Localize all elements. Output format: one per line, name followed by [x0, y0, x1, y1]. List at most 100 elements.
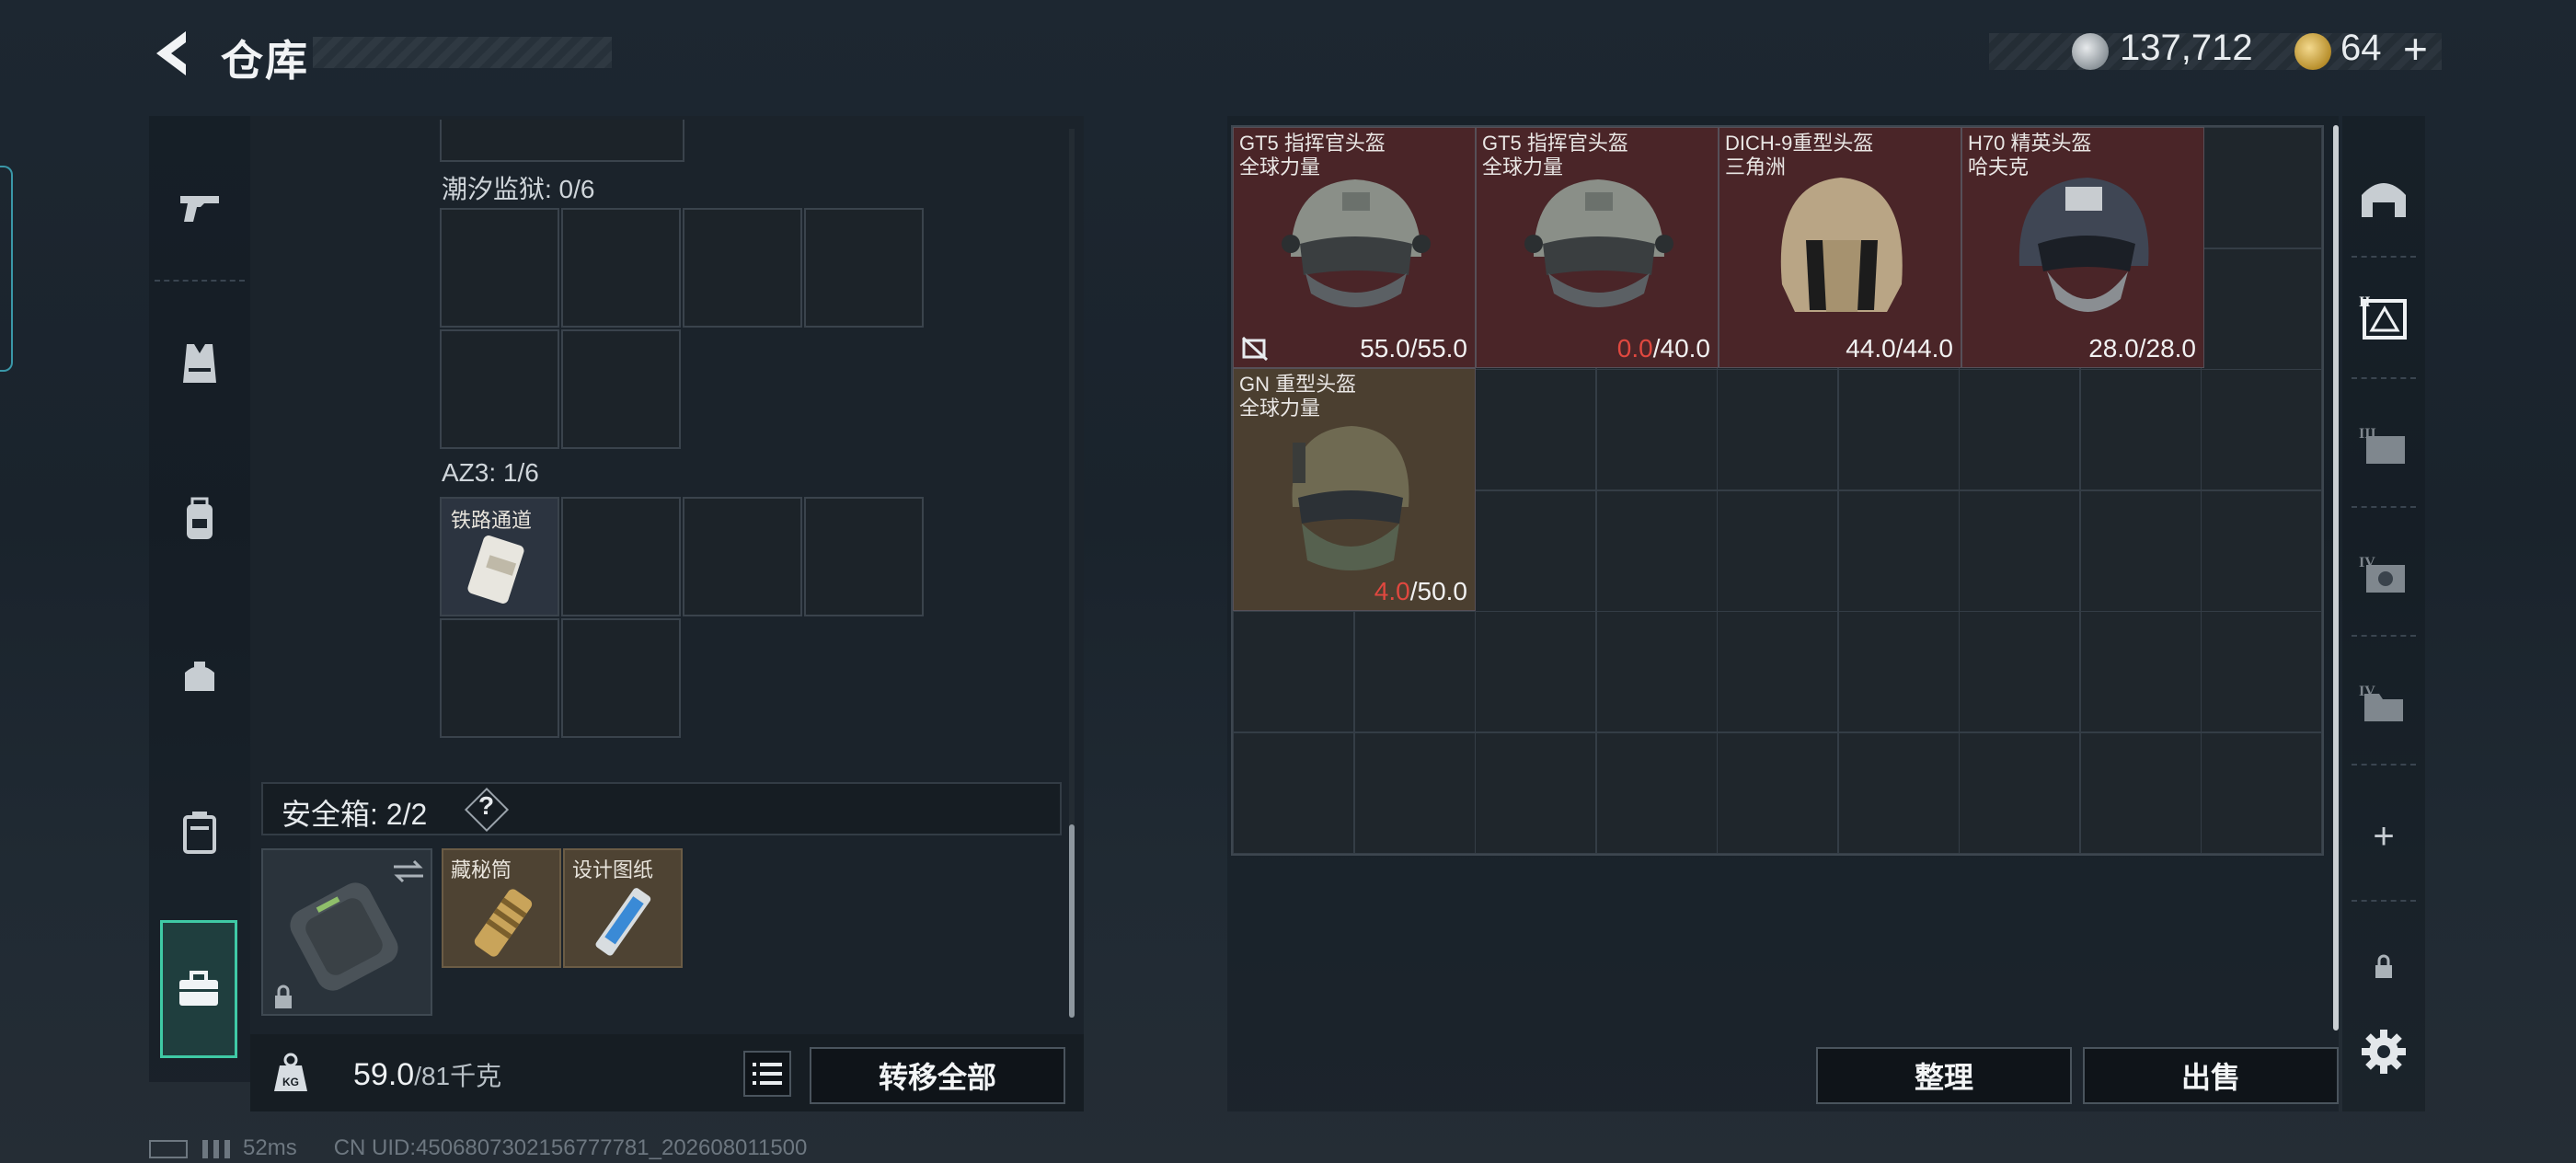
tab-armor-iii[interactable]: III — [2342, 396, 2425, 497]
tab-armor-iv[interactable]: IV — [2342, 524, 2425, 626]
stash-slot[interactable] — [1837, 611, 1960, 732]
stash-slot[interactable] — [2079, 489, 2202, 612]
stash-slot[interactable] — [2079, 611, 2202, 732]
tab-weapons[interactable] — [149, 138, 250, 276]
tab-folder-iv[interactable]: IV — [2342, 653, 2425, 754]
no-repair-icon — [1241, 336, 1269, 362]
tab-pouch[interactable] — [149, 607, 250, 745]
stash-slot[interactable] — [1595, 369, 1718, 490]
armor-tier-iv-icon: IV — [2359, 555, 2405, 593]
container-slot[interactable] — [804, 497, 924, 616]
stash-slot[interactable] — [1233, 611, 1354, 732]
helmet-item[interactable]: GT5 指挥官头盔 全球力量 55.0/55.0 — [1233, 127, 1476, 368]
container-slot[interactable] — [440, 120, 684, 162]
item-blueprint[interactable]: 设计图纸 — [563, 848, 683, 968]
stash-slot[interactable] — [2079, 731, 2202, 854]
tab-safebox[interactable] — [160, 920, 237, 1058]
container-slot[interactable] — [561, 329, 681, 449]
status-line: 52ms CN UID:4506807302156777781_202608011… — [149, 1135, 807, 1161]
tab-helmet[interactable] — [2342, 147, 2425, 248]
stash-scrollbar[interactable] — [2333, 125, 2339, 1031]
tab-case[interactable] — [149, 764, 250, 902]
weight-max: /81千克 — [414, 1062, 502, 1090]
container-slot[interactable] — [440, 329, 559, 449]
item-railway-pass[interactable]: 铁路通道 — [440, 497, 559, 616]
container-slot[interactable] — [683, 497, 802, 616]
stash-slot[interactable] — [1717, 611, 1838, 732]
weight-icon-label: KG — [282, 1076, 299, 1088]
sidebar-divider — [155, 280, 245, 282]
back-button[interactable] — [149, 26, 195, 81]
battery-icon — [149, 1139, 188, 1158]
helmet-item[interactable]: GN 重型头盔 全球力量 4.0/50.0 — [1233, 368, 1476, 611]
help-icon: ? — [478, 791, 495, 820]
svg-text:IV: IV — [2359, 684, 2375, 699]
stash-slot[interactable] — [1959, 731, 2080, 854]
stash-slot[interactable] — [2201, 731, 2322, 854]
stash-slot[interactable] — [1959, 611, 2080, 732]
helmet-item[interactable]: GT5 指挥官头盔 全球力量 0.0/40.0 — [1476, 127, 1719, 368]
stash-slot[interactable] — [1837, 731, 1960, 854]
stash-slot[interactable] — [1353, 731, 1476, 854]
container-slot[interactable] — [561, 208, 681, 328]
silver-coin-icon — [2072, 33, 2109, 70]
add-currency-button[interactable]: + — [2403, 24, 2428, 74]
list-view-button[interactable] — [743, 1051, 791, 1097]
list-icon — [753, 1063, 782, 1085]
tab-vest[interactable] — [149, 294, 250, 432]
stash-slot[interactable] — [2201, 248, 2322, 370]
add-tab-button[interactable]: + — [2342, 786, 2425, 887]
stash-slot[interactable] — [1837, 369, 1960, 490]
tab-armor-ii[interactable]: II — [2342, 267, 2425, 368]
item-secret-tube[interactable]: 藏秘筒 — [442, 848, 561, 968]
safebox-label: 安全箱: 2/2 — [282, 798, 428, 831]
container-slot[interactable] — [561, 618, 681, 738]
stash-slot[interactable] — [1353, 611, 1476, 732]
stash-slot[interactable] — [1717, 731, 1838, 854]
stash-slot[interactable] — [1475, 489, 1596, 612]
stash-slot[interactable] — [1959, 489, 2080, 612]
stash-slot[interactable] — [1595, 611, 1718, 732]
stash-slot[interactable] — [1233, 731, 1354, 854]
sort-button[interactable]: 整理 — [1816, 1047, 2072, 1104]
stash-slot[interactable] — [2201, 611, 2322, 732]
container-slot[interactable] — [561, 497, 681, 616]
safebox-slot[interactable] — [261, 848, 432, 1016]
stash-slot[interactable] — [2079, 369, 2202, 490]
helmet-item[interactable]: DICH-9重型头盔 三角洲 44.0/44.0 — [1719, 127, 1961, 368]
helmet-dich9-icon — [1780, 178, 1903, 312]
container-slot[interactable] — [804, 208, 924, 328]
helmet-item[interactable]: H70 精英头盔 哈夫克 28.0/28.0 — [1961, 127, 2204, 368]
durability: 44.0/44.0 — [1846, 334, 1953, 363]
svg-text:II: II — [2359, 294, 2370, 310]
container-slot[interactable] — [440, 618, 559, 738]
container-label-az3: AZ3: 1/6 — [442, 458, 539, 487]
sell-button[interactable]: 出售 — [2083, 1047, 2339, 1104]
settings-button[interactable] — [2342, 1001, 2425, 1102]
left-scrollbar[interactable] — [1069, 824, 1075, 1018]
stash-slot[interactable] — [1717, 369, 1838, 490]
stash-slot[interactable] — [2201, 369, 2322, 490]
stash-slot[interactable] — [1595, 731, 1718, 854]
durability: 55.0/55.0 — [1360, 334, 1467, 363]
stash-slot[interactable] — [2201, 489, 2322, 612]
title-stripe — [313, 37, 612, 68]
stash-slot[interactable] — [1595, 489, 1718, 612]
tab-backpack[interactable] — [149, 451, 250, 589]
weight-readout: 59.0/81千克 — [353, 1056, 501, 1093]
lock-icon — [275, 985, 292, 1008]
stash-slot[interactable] — [2201, 127, 2322, 248]
stash-slot[interactable] — [1475, 731, 1596, 854]
stash-slot[interactable] — [1717, 489, 1838, 612]
transfer-all-button[interactable]: 转移全部 — [810, 1047, 1065, 1104]
container-label-tide-prison: 潮汐监狱: 0/6 — [442, 175, 595, 203]
stash-slot[interactable] — [1475, 611, 1596, 732]
container-slot[interactable] — [683, 208, 802, 328]
case-icon — [183, 812, 216, 854]
durability: 0.0/40.0 — [1616, 334, 1710, 363]
container-slot[interactable] — [440, 208, 559, 328]
stash-slot[interactable] — [1959, 369, 2080, 490]
stash-slot[interactable] — [1837, 489, 1960, 612]
stash-slot[interactable] — [1475, 369, 1596, 490]
sidebar-divider — [2352, 635, 2416, 637]
